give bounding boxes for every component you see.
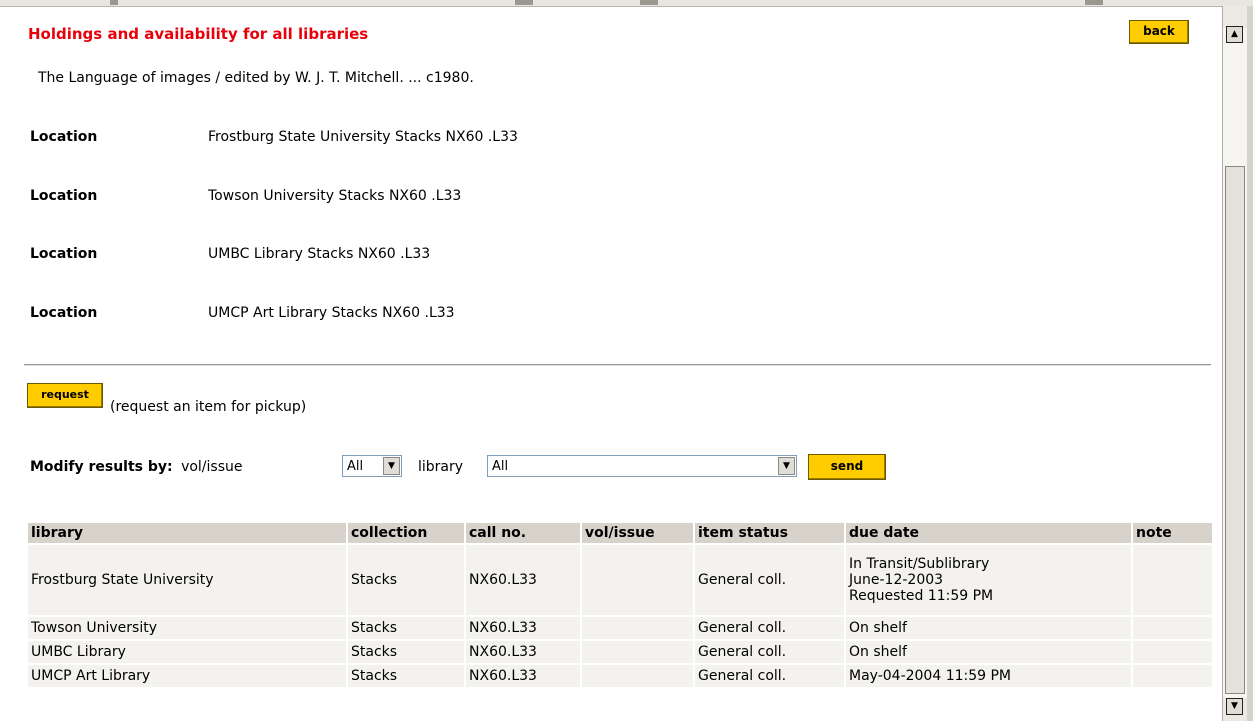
library-select-value: All xyxy=(492,459,509,474)
vol-issue-value: All xyxy=(347,459,364,474)
back-button[interactable]: back xyxy=(1129,20,1189,44)
location-label: Location xyxy=(30,129,98,145)
record-title: The Language of images / edited by W. J.… xyxy=(38,70,474,86)
due-date-line: In Transit/Sublibrary xyxy=(849,556,990,572)
call-number-cell: NX60.L33 xyxy=(466,641,580,663)
due-date-line: Requested 11:59 PM xyxy=(849,588,994,604)
item-status-cell: General coll. xyxy=(695,665,844,687)
vol-issue-cell xyxy=(582,641,693,663)
item-status-cell: General coll. xyxy=(695,545,844,615)
request-button[interactable]: request xyxy=(27,383,103,408)
due-date-cell: May-04-2004 11:59 PM xyxy=(846,665,1131,687)
note-cell xyxy=(1133,545,1212,615)
column-header: due date xyxy=(846,523,1131,543)
location-value: Towson University Stacks NX60 .L33 xyxy=(208,188,462,204)
collection-cell: Stacks xyxy=(348,641,464,663)
chevron-down-icon[interactable]: ▼ xyxy=(383,457,400,475)
location-value: Frostburg State University Stacks NX60 .… xyxy=(208,129,518,145)
due-date-line: June-12-2003 xyxy=(849,572,944,588)
library-cell: UMBC Library xyxy=(28,641,346,663)
request-description: (request an item for pickup) xyxy=(110,399,307,415)
chevron-down-icon[interactable]: ▼ xyxy=(778,457,795,475)
vol-issue-cell xyxy=(582,545,693,615)
location-value: UMCP Art Library Stacks NX60 .L33 xyxy=(208,305,455,321)
location-label: Location xyxy=(30,305,98,321)
column-header: call no. xyxy=(466,523,580,543)
table-header-row: library collection call no. vol/issue it… xyxy=(28,523,1212,543)
arrow-up-icon[interactable]: ▲ xyxy=(1226,26,1243,43)
column-header: collection xyxy=(348,523,464,543)
item-status-cell: General coll. xyxy=(695,641,844,663)
send-button[interactable]: send xyxy=(808,454,886,480)
scrollbar-thumb[interactable] xyxy=(1225,166,1245,694)
vertical-scrollbar[interactable]: ▲ ▼ xyxy=(1222,6,1253,721)
table-row: UMCP Art Library Stacks NX60.L33 General… xyxy=(28,665,1212,687)
divider xyxy=(24,364,1211,366)
note-cell xyxy=(1133,641,1212,663)
library-cell: UMCP Art Library xyxy=(28,665,346,687)
column-header: item status xyxy=(695,523,844,543)
call-number-cell: NX60.L33 xyxy=(466,665,580,687)
column-header: note xyxy=(1133,523,1212,543)
table-row: Towson University Stacks NX60.L33 Genera… xyxy=(28,617,1212,639)
call-number-cell: NX60.L33 xyxy=(466,545,580,615)
note-cell xyxy=(1133,665,1212,687)
page-title: Holdings and availability for all librar… xyxy=(28,25,369,43)
library-filter-label: library xyxy=(418,459,464,475)
call-number-cell: NX60.L33 xyxy=(466,617,580,639)
arrow-down-icon[interactable]: ▼ xyxy=(1226,698,1243,715)
collection-cell: Stacks xyxy=(348,545,464,615)
item-status-cell: General coll. xyxy=(695,617,844,639)
modify-results-bar: Modify results by: vol/issue xyxy=(30,459,242,475)
collection-cell: Stacks xyxy=(348,665,464,687)
library-cell: Frostburg State University xyxy=(28,545,346,615)
holdings-table: library collection call no. vol/issue it… xyxy=(26,521,1214,689)
vol-issue-cell xyxy=(582,665,693,687)
column-header: library xyxy=(28,523,346,543)
modify-label: Modify results by: xyxy=(30,459,173,475)
due-date-cell: On shelf xyxy=(846,617,1131,639)
due-date-cell: In Transit/Sublibrary June-12-2003 Reque… xyxy=(846,545,1131,615)
vol-issue-label: vol/issue xyxy=(181,459,243,475)
location-label: Location xyxy=(30,188,98,204)
location-value: UMBC Library Stacks NX60 .L33 xyxy=(208,246,431,262)
table-row: UMBC Library Stacks NX60.L33 General col… xyxy=(28,641,1212,663)
vol-issue-cell xyxy=(582,617,693,639)
location-label: Location xyxy=(30,246,98,262)
vol-issue-select[interactable]: All ▼ xyxy=(342,455,402,477)
library-select[interactable]: All ▼ xyxy=(487,455,797,477)
main-content: Holdings and availability for all librar… xyxy=(0,6,1222,721)
table-row: Frostburg State University Stacks NX60.L… xyxy=(28,545,1212,615)
collection-cell: Stacks xyxy=(348,617,464,639)
scrollbar-edge xyxy=(1247,6,1253,721)
library-cell: Towson University xyxy=(28,617,346,639)
due-date-cell: On shelf xyxy=(846,641,1131,663)
column-header: vol/issue xyxy=(582,523,693,543)
note-cell xyxy=(1133,617,1212,639)
